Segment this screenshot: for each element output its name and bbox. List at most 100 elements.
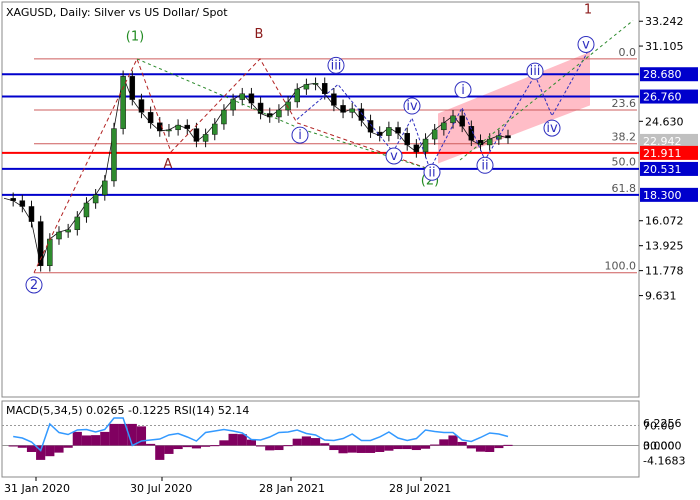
- candle-body-25: [230, 99, 236, 111]
- macd-bar-5: [45, 445, 55, 457]
- macd-bar-39: [356, 445, 366, 453]
- macd-bar-21: [191, 445, 202, 449]
- macd-bar-16: [146, 443, 156, 446]
- fib-label-1: 23.6: [612, 97, 637, 110]
- candle-body-6: [56, 231, 62, 240]
- candle-body-2: [19, 200, 26, 207]
- wave-path-primary: [33, 57, 431, 273]
- candle-body-37: [340, 105, 346, 113]
- macd-bar-11: [100, 431, 110, 446]
- price-tick-2: 28.680: [643, 68, 682, 81]
- fib-label-2: 38.2: [612, 131, 637, 144]
- candle-body-52: [477, 139, 484, 146]
- wave-label-8: iii: [331, 58, 342, 73]
- macd-bar-10: [91, 435, 101, 446]
- macd-bar-3: [26, 445, 37, 452]
- macd-bar-37: [338, 445, 348, 454]
- candle-body-18: [166, 129, 172, 132]
- macd-bar-12: [109, 423, 119, 446]
- candle-body-7: [65, 229, 71, 233]
- price-tick-10: 13.925: [645, 240, 684, 253]
- fib-label-5: 100.0: [605, 260, 637, 273]
- projection-channel: [438, 51, 590, 164]
- candle-body-38: [349, 108, 355, 113]
- macd-bar-49: [448, 435, 458, 446]
- candle-body-30: [276, 109, 282, 118]
- macd-bar-22: [201, 445, 211, 447]
- wave-label-10: v: [390, 149, 398, 164]
- candle-body-43: [395, 127, 401, 134]
- macd-bar-54: [494, 445, 504, 449]
- macd-bar-51: [466, 445, 476, 449]
- macd-bar-2: [17, 445, 27, 448]
- candle-body-23: [212, 123, 218, 135]
- price-tick-9: 16.072: [645, 215, 684, 228]
- candle-body-3: [28, 206, 35, 222]
- candle-body-24: [221, 109, 227, 125]
- candle-body-27: [248, 93, 255, 104]
- price-tick-0: 33.242: [645, 15, 684, 28]
- candle-body-14: [129, 76, 136, 100]
- candle-body-13: [120, 76, 126, 129]
- macd-bar-7: [63, 445, 73, 448]
- candle-body-5: [47, 238, 53, 266]
- wave-label-0: 2: [30, 278, 38, 293]
- macd-bar-53: [485, 445, 495, 452]
- macd-bar-45: [411, 445, 421, 451]
- macd-bar-9: [81, 435, 92, 446]
- wave-label-13: iii: [530, 64, 541, 79]
- wave-label-9: iv: [406, 99, 418, 114]
- candle-body-12: [111, 128, 117, 182]
- candle-body-35: [321, 83, 328, 95]
- symbol-info: XAGUSD, Daily: Silver vs US Dollar/ Spot: [6, 6, 228, 19]
- wave-label-3: B: [255, 27, 264, 42]
- wave-label-12: ii: [481, 158, 488, 173]
- macd-bar-6: [54, 445, 64, 453]
- candle-body-53: [486, 138, 493, 146]
- macd-bar-47: [430, 444, 440, 446]
- price-chart: 0.023.638.250.061.8100.0 2(1)AB(2)1iiiii…: [1, 1, 698, 495]
- candle-body-21: [193, 128, 200, 142]
- wave-label-6: i: [298, 128, 302, 143]
- macd-bar-18: [164, 445, 174, 454]
- price-tick-12: 9.631: [645, 290, 677, 303]
- macd-bar-20: [182, 445, 192, 448]
- candle-body-55: [505, 135, 511, 139]
- candle-body-47: [431, 129, 438, 140]
- candle-body-46: [422, 138, 429, 153]
- candle-body-32: [294, 88, 300, 103]
- candle-body-42: [386, 127, 392, 136]
- candle-body-1: [10, 198, 16, 201]
- candle-body-33: [303, 84, 310, 90]
- wave-label-5: 1: [584, 3, 592, 18]
- price-tick-1: 31.105: [645, 40, 684, 53]
- macd-bar-33: [301, 436, 311, 446]
- macd-bar-35: [320, 443, 330, 446]
- date-tick-0: 31 Jan 2020: [4, 482, 70, 495]
- macd-bar-29: [265, 445, 275, 451]
- candle-body-44: [404, 133, 410, 146]
- fib-label-4: 61.8: [612, 182, 637, 195]
- macd-bar-40: [365, 445, 376, 453]
- fib-label-0: 0.0: [619, 46, 637, 59]
- macd-bar-32: [292, 438, 302, 446]
- macd-bar-52: [475, 445, 486, 452]
- candle-body-10: [92, 194, 99, 204]
- price-tick-11: 11.778: [645, 265, 684, 278]
- macd-bar-23: [210, 445, 220, 447]
- candle-body-20: [184, 124, 191, 129]
- wave-label-1: (1): [126, 29, 144, 44]
- macd-bar-55: [503, 444, 513, 446]
- wave-label-7: ii: [428, 165, 435, 180]
- macd-bar-36: [329, 445, 339, 451]
- macd-bar-31: [283, 445, 293, 447]
- macd-bar-24: [219, 440, 229, 446]
- price-tick-8: 18.300: [643, 189, 682, 202]
- macd-bar-50: [457, 441, 467, 446]
- date-tick-1: 30 Jul 2020: [130, 482, 192, 495]
- indicator-title: MACD(5,34,5) 0.0265 -0.1225 RSI(14) 52.1…: [6, 404, 249, 417]
- price-tick-4: 24.630: [645, 115, 684, 128]
- rsi-tick-1: 30.00: [643, 440, 675, 453]
- macd-bar-38: [347, 445, 357, 453]
- candle-body-8: [74, 216, 81, 230]
